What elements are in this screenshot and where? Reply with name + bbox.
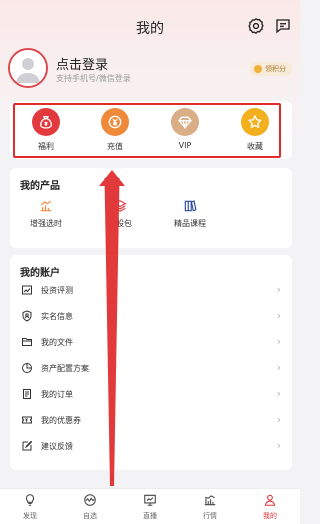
trend-icon <box>204 495 216 506</box>
tab-live[interactable]: 直播 <box>130 493 170 523</box>
my-products-card: 我的产品 增强选时 金股包 精品课程 <box>10 168 292 248</box>
money-bag-icon <box>32 108 60 136</box>
quick-action-vip[interactable]: VIP <box>160 101 210 159</box>
tab-label: 直播 <box>143 512 157 520</box>
quick-action-label: 收藏 <box>247 142 263 151</box>
tab-label: 发现 <box>23 512 37 520</box>
chevron-right-icon: › <box>276 413 281 426</box>
coupon-icon <box>22 416 32 424</box>
product-label: 增强选时 <box>30 219 62 228</box>
product-golden-stock-pack[interactable]: 金股包 <box>90 199 150 235</box>
account-item-my-files[interactable]: 我的文件 › <box>10 329 292 355</box>
tab-label: 行情 <box>203 512 217 520</box>
tab-label: 我的 <box>263 512 277 520</box>
chevron-right-icon: › <box>276 283 281 296</box>
tab-watchlist[interactable]: 自选 <box>70 493 110 523</box>
product-label: 精品课程 <box>174 219 206 228</box>
coin-icon <box>254 65 262 73</box>
edit-icon <box>22 440 33 451</box>
stack-icon <box>113 200 127 212</box>
product-enhanced-timing[interactable]: 增强选时 <box>16 199 76 235</box>
tab-market[interactable]: 行情 <box>190 493 230 523</box>
quick-action-label: 充值 <box>107 142 123 151</box>
folder-icon <box>22 338 32 346</box>
bar-chart-icon <box>40 200 52 212</box>
account-item-label: 我的优惠券 <box>41 416 81 425</box>
section-title: 我的产品 <box>20 181 60 192</box>
diamond-icon <box>171 108 199 136</box>
login-subtitle: 支持手机号/微信登录 <box>56 74 131 83</box>
login-title[interactable]: 点击登录 <box>56 54 108 73</box>
coin-icon <box>101 108 129 136</box>
account-item-label: 投资评测 <box>41 286 73 295</box>
tab-mine[interactable]: 我的 <box>250 493 290 523</box>
chevron-right-icon: › <box>276 439 281 452</box>
account-item-label: 实名信息 <box>41 312 73 321</box>
message-icon[interactable] <box>274 17 292 35</box>
tab-label: 自选 <box>83 512 97 520</box>
tab-discover[interactable]: 发现 <box>10 493 50 523</box>
shield-icon <box>22 310 32 322</box>
person-icon <box>264 494 276 506</box>
product-premium-courses[interactable]: 精品课程 <box>160 199 220 235</box>
quick-action-label: VIP <box>178 141 192 150</box>
quick-action-favorites[interactable]: 收藏 <box>230 101 280 159</box>
settings-gear-icon[interactable] <box>247 17 265 35</box>
account-item-investment-assessment[interactable]: 投资评测 › <box>10 277 292 303</box>
account-item-feedback[interactable]: 建议反馈 › <box>10 433 292 459</box>
account-item-asset-allocation[interactable]: 资产配置方案 › <box>10 355 292 381</box>
chevron-right-icon: › <box>276 387 281 400</box>
account-item-label: 我的文件 <box>41 338 73 347</box>
wave-icon <box>84 494 96 506</box>
avatar[interactable] <box>8 48 48 88</box>
quick-action-label: 福利 <box>38 142 54 151</box>
account-item-real-name-info[interactable]: 实名信息 › <box>10 303 292 329</box>
pie-chart-icon <box>22 363 32 373</box>
quick-action-welfare[interactable]: 福利 <box>21 101 71 159</box>
chevron-right-icon: › <box>276 309 281 322</box>
claim-points-button[interactable]: 领积分 <box>250 62 292 76</box>
account-item-label: 我的订单 <box>41 390 73 399</box>
claim-points-label: 领积分 <box>265 65 286 73</box>
login-profile-section[interactable]: 点击登录 支持手机号/微信登录 领积分 <box>8 48 298 90</box>
account-item-label: 资产配置方案 <box>41 364 89 373</box>
account-item-my-coupons[interactable]: 我的优惠券 › <box>10 407 292 433</box>
chevron-right-icon: › <box>276 361 281 374</box>
bulb-icon <box>25 494 35 506</box>
quick-action-recharge[interactable]: 充值 <box>90 101 140 159</box>
my-account-card: 我的账户 投资评测 › 实名信息 › 我的文件 › 资产配置方案 › 我的订单 … <box>10 255 292 470</box>
chart-board-icon <box>22 285 32 295</box>
account-item-my-orders[interactable]: 我的订单 › <box>10 381 292 407</box>
account-item-label: 建议反馈 <box>41 442 73 451</box>
book-icon <box>184 200 197 212</box>
quick-actions-card: 福利 充值 VIP 收藏 <box>10 101 292 159</box>
header: 我的 <box>0 0 300 54</box>
screen-icon <box>144 494 156 506</box>
product-label: 金股包 <box>108 219 132 228</box>
chevron-right-icon: › <box>276 335 281 348</box>
star-icon <box>241 108 269 136</box>
order-list-icon <box>23 389 31 399</box>
bottom-tab-bar: 发现 自选 直播 行情 我的 <box>0 488 300 524</box>
